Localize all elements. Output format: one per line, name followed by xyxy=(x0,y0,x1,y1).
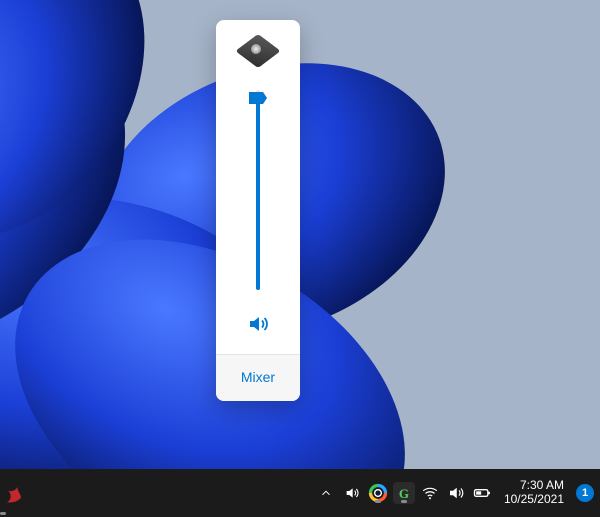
speaker-icon xyxy=(447,484,465,502)
tray-app-audio[interactable] xyxy=(340,481,364,505)
taskbar: G 7:30 AM 10/25/2021 1 xyxy=(0,469,600,517)
system-tray: G 7:30 AM 10/25/2021 1 xyxy=(314,469,600,517)
phoenix-icon xyxy=(0,479,28,507)
volume-slider[interactable] xyxy=(243,90,273,290)
wifi-icon xyxy=(421,484,439,502)
tray-overflow-chevron[interactable] xyxy=(314,481,338,505)
desktop-wallpaper xyxy=(0,0,600,517)
mute-toggle-button[interactable] xyxy=(242,308,274,340)
wifi-status[interactable] xyxy=(418,481,442,505)
output-device-icon[interactable] xyxy=(241,34,275,68)
chevron-up-icon xyxy=(319,486,333,500)
tray-app-g[interactable]: G xyxy=(392,481,416,505)
mixer-link[interactable]: Mixer xyxy=(216,354,300,401)
volume-status[interactable] xyxy=(444,481,468,505)
taskbar-clock[interactable]: 7:30 AM 10/25/2021 xyxy=(496,479,570,507)
volume-flyout: Mixer xyxy=(216,20,300,401)
battery-status[interactable] xyxy=(470,481,494,505)
clock-time: 7:30 AM xyxy=(504,479,564,493)
speaker-small-icon xyxy=(344,485,360,501)
clock-date: 10/25/2021 xyxy=(504,493,564,507)
battery-icon xyxy=(472,483,492,503)
notification-badge[interactable]: 1 xyxy=(576,484,594,502)
taskbar-pinned-app[interactable] xyxy=(0,469,28,517)
tray-app-browser[interactable] xyxy=(366,481,390,505)
speaker-icon xyxy=(246,312,270,336)
